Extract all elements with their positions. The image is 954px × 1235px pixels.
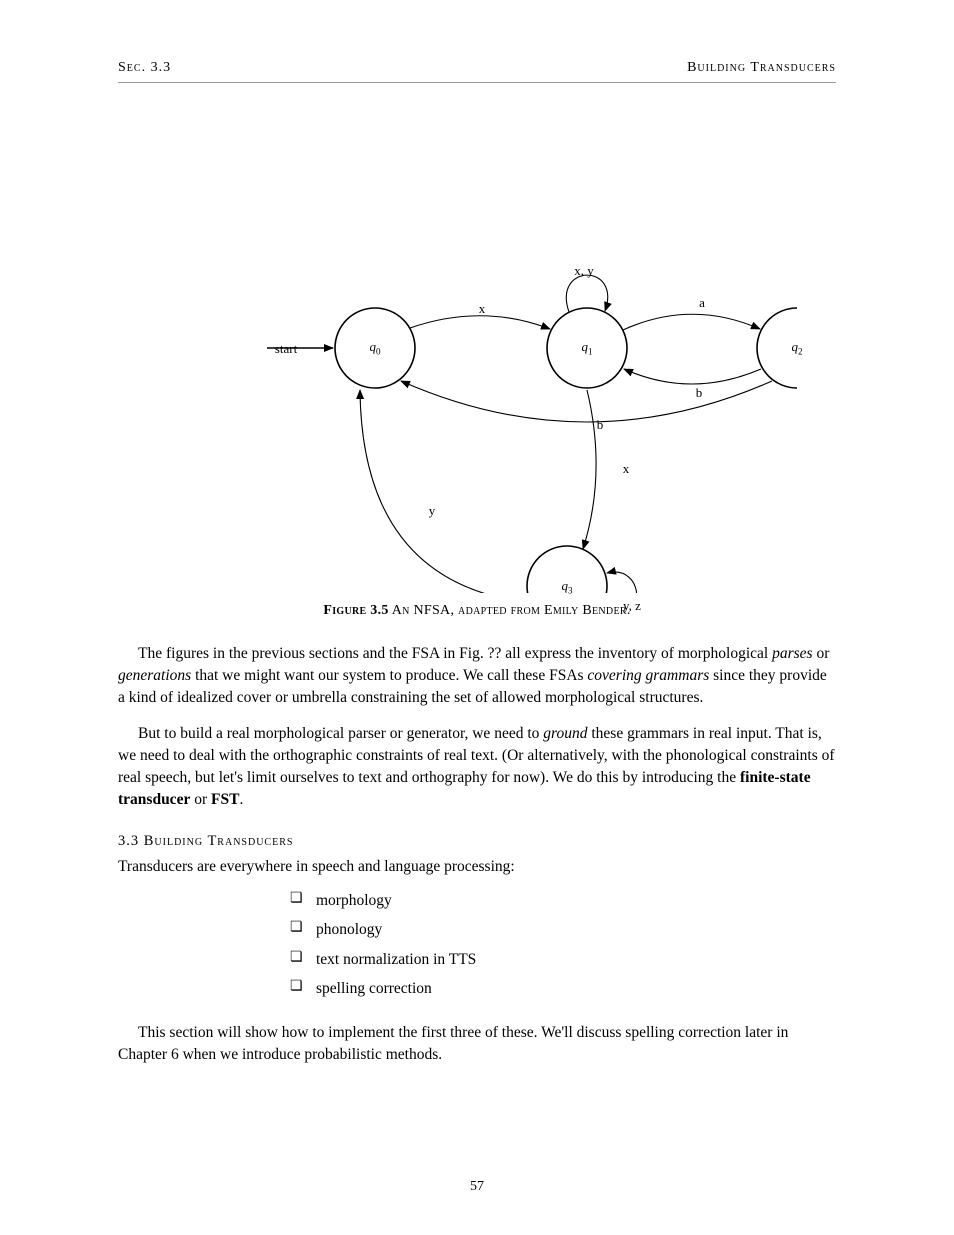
nfsa-svg	[157, 123, 797, 593]
list-item: text normalization in TTS	[290, 945, 836, 974]
lead-sentence: Transducers are everywhere in speech and…	[118, 856, 836, 878]
figure-caption: Figure 3.5 An NFSA, adapted from Emily B…	[118, 603, 836, 619]
node-q3: q3	[527, 578, 607, 596]
label-start: start	[261, 341, 311, 357]
paragraph-final: This section will show how to implement …	[118, 1022, 836, 1066]
nfsa-figure: q0 q1 q2 q3 start x x, y a b b x y, z y	[157, 123, 797, 593]
paragraph-2: But to build a real morphological parser…	[118, 723, 836, 811]
paragraph-1: The figures in the previous sections and…	[118, 643, 836, 709]
header-left: Sec. 3.3	[118, 60, 171, 76]
page-header: Sec. 3.3 Building Transducers	[118, 60, 836, 83]
node-q2: q2	[757, 339, 837, 357]
edge-q3-q0: y	[407, 503, 457, 519]
edge-q1-self: x, y	[559, 263, 609, 279]
edge-q1-q2: a	[677, 295, 727, 311]
node-q0: q0	[335, 339, 415, 357]
section-heading: 3.3 Building Transducers	[118, 833, 836, 850]
node-q1: q1	[547, 339, 627, 357]
page-number: 57	[0, 1179, 954, 1195]
list-item: spelling correction	[290, 974, 836, 1003]
edge-q2-q0: b	[575, 417, 625, 433]
edge-q0-q1: x	[457, 301, 507, 317]
figure-caption-text: An NFSA, adapted from Emily Bender.	[389, 603, 631, 618]
list-item: phonology	[290, 915, 836, 944]
header-right: Building Transducers	[687, 60, 836, 76]
edge-q3-self: y, z	[602, 598, 662, 614]
list-item: morphology	[290, 886, 836, 915]
figure-number: Figure 3.5	[323, 603, 388, 618]
applications-list: morphology phonology text normalization …	[118, 886, 836, 1004]
edge-q1-q3: x	[601, 461, 651, 477]
edge-q2-q1: b	[674, 385, 724, 401]
